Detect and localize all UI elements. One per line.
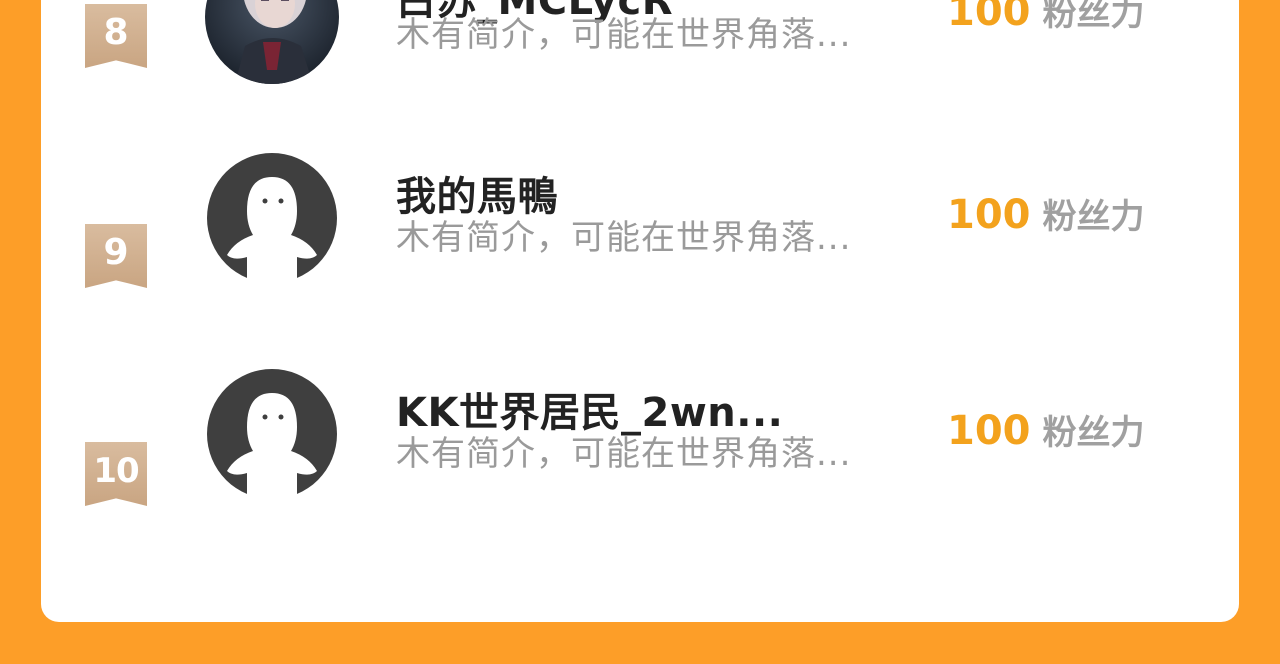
avatar[interactable] bbox=[205, 0, 339, 84]
rank-badge: 9 bbox=[85, 224, 147, 288]
rank-badge: 10 bbox=[85, 442, 147, 506]
user-bio: 木有简介，可能在世界角落... bbox=[396, 218, 852, 258]
leaderboard-row[interactable]: 10 KK世界居民_2wn... 木有简介，可能在世界角落... 100 粉丝力 bbox=[41, 367, 1239, 592]
rank-badge: 8 bbox=[85, 4, 147, 68]
leaderboard-row[interactable]: 9 我的馬鴨 木有简介，可能在世界角落... 100 粉丝力 bbox=[41, 151, 1239, 376]
fans-value: 100 bbox=[947, 192, 1031, 238]
leaderboard-row[interactable]: 8 白苏_MCLycR 木有简介，可能在世界角落... 100 粉丝力 bbox=[41, 0, 1239, 160]
avatar[interactable] bbox=[205, 151, 339, 285]
avatar[interactable] bbox=[205, 367, 339, 501]
fans-label: 粉丝力 bbox=[1042, 413, 1145, 453]
fans-power: 100 粉丝力 bbox=[947, 0, 1145, 35]
user-bio: 木有简介，可能在世界角落... bbox=[396, 15, 852, 55]
leaderboard-card: 8 白苏_MCLycR 木有简介，可能在世界角落... 100 粉丝力 9 我的… bbox=[41, 0, 1239, 622]
default-avatar-icon bbox=[205, 151, 339, 285]
fans-power: 100 粉丝力 bbox=[947, 405, 1145, 454]
fans-label: 粉丝力 bbox=[1042, 0, 1145, 34]
default-avatar-icon bbox=[205, 367, 339, 501]
fans-label: 粉丝力 bbox=[1042, 197, 1145, 237]
fans-value: 100 bbox=[947, 408, 1031, 454]
fans-power: 100 粉丝力 bbox=[947, 189, 1145, 238]
user-bio: 木有简介，可能在世界角落... bbox=[396, 434, 852, 474]
anime-avatar-icon bbox=[205, 0, 339, 84]
fans-value: 100 bbox=[947, 0, 1031, 35]
